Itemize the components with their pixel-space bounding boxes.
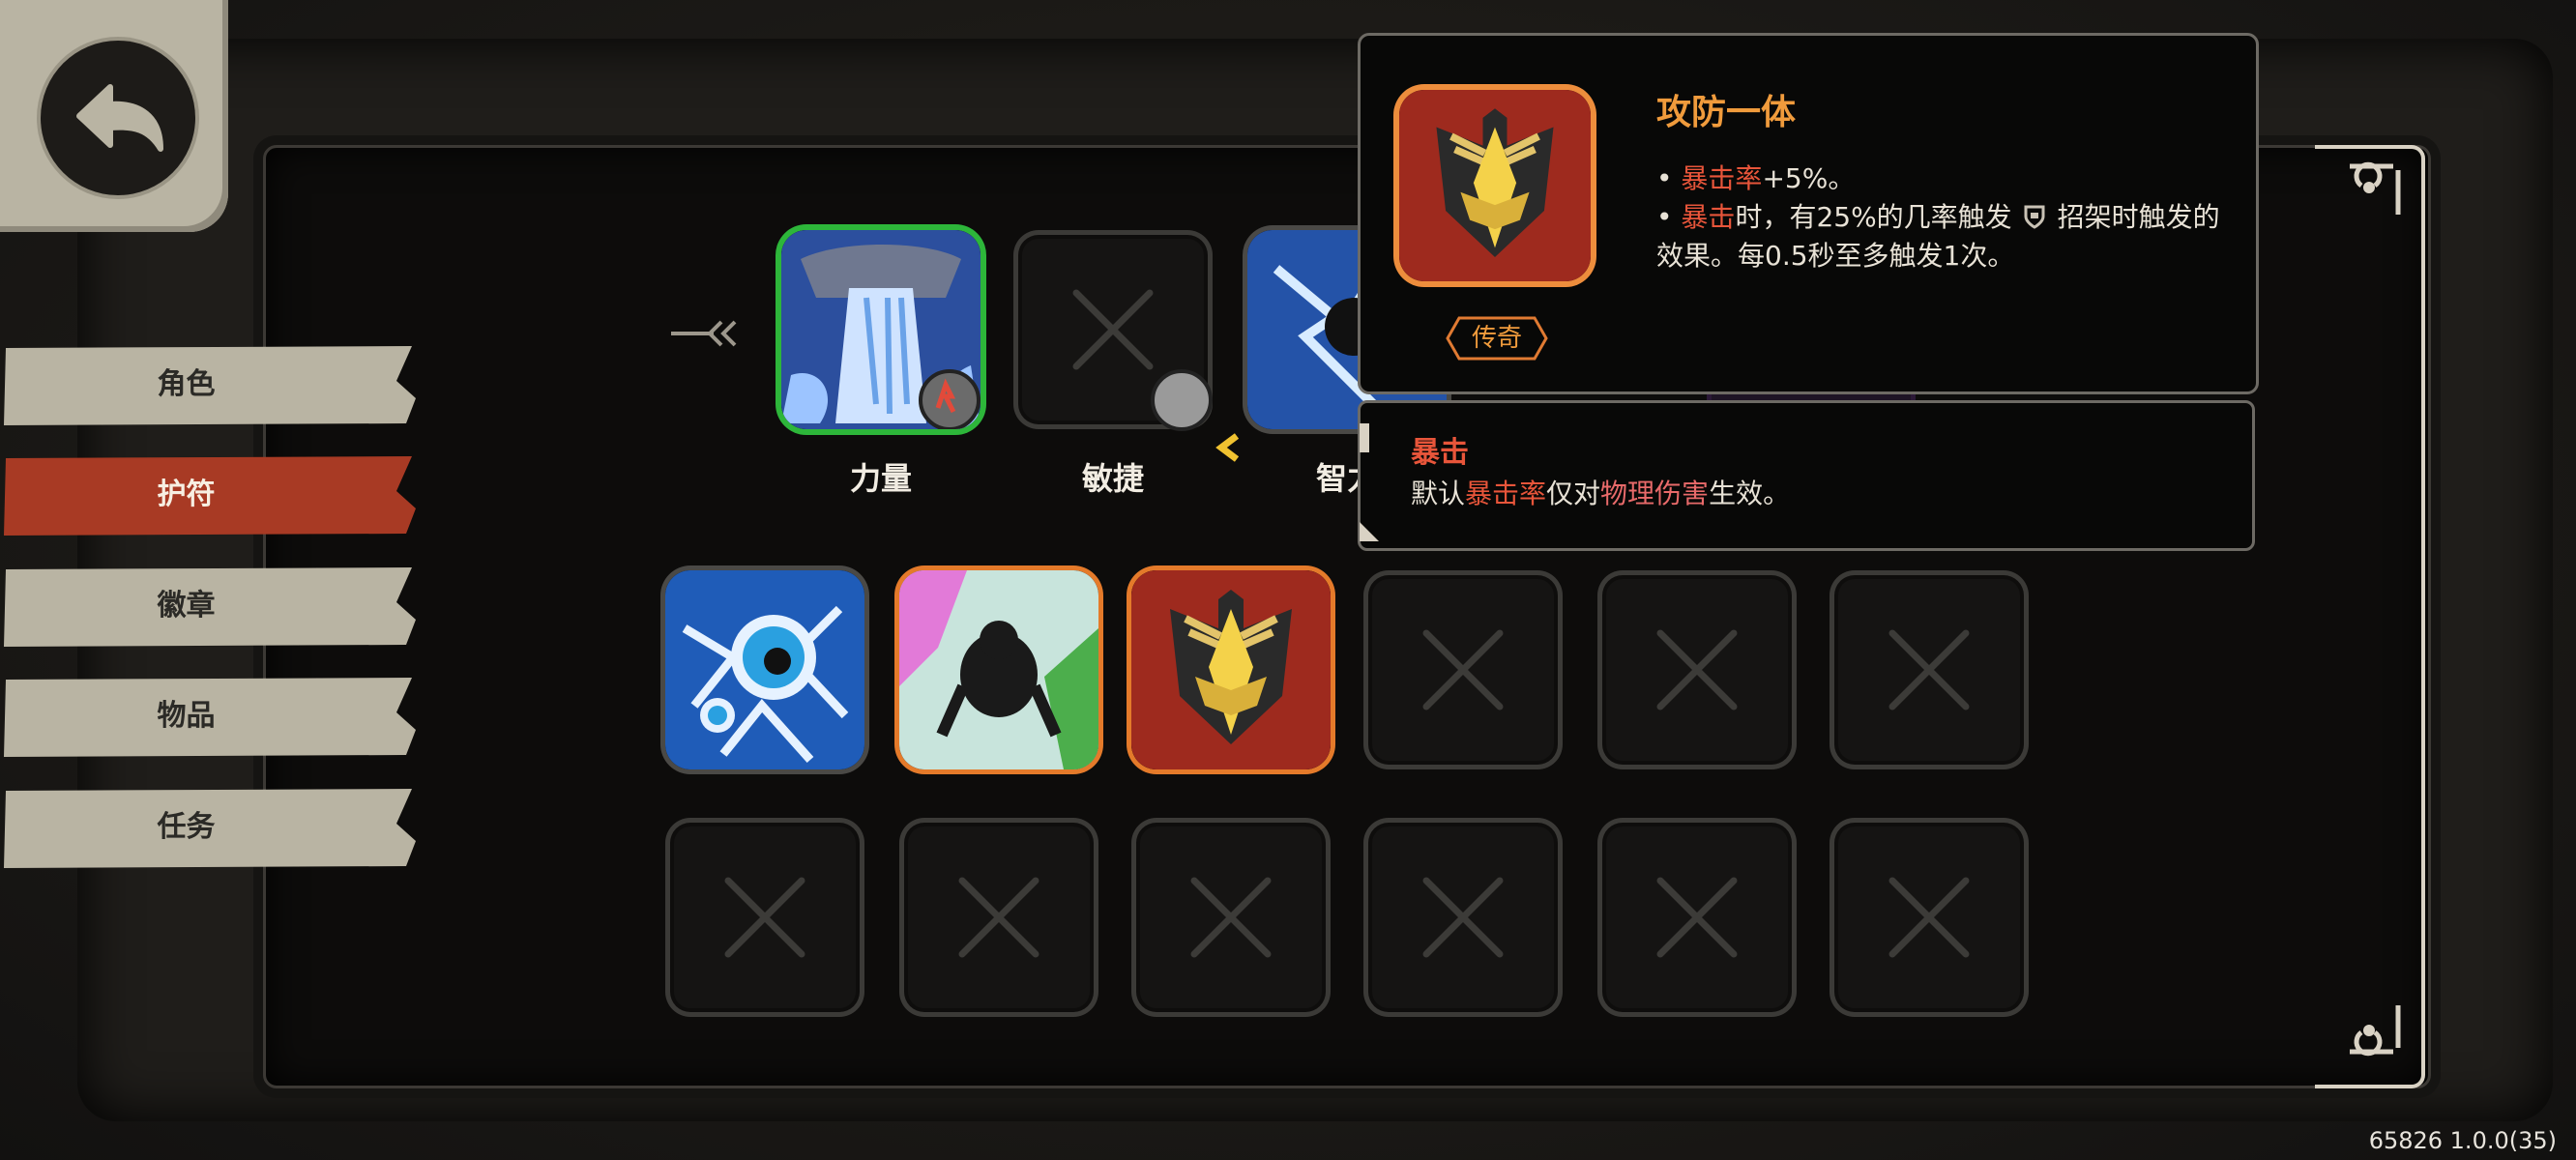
empty-slot-x-icon — [1422, 629, 1504, 710]
empty-slot-x-icon — [1656, 629, 1738, 710]
tooltip-title: 攻防一体 — [1656, 93, 1797, 132]
empty-slot-x-icon — [1422, 877, 1504, 958]
keyword-crit[interactable]: 暴击 — [1681, 201, 1735, 233]
version-label: 65826 1.0.0(35) — [2368, 1127, 2557, 1154]
empty-slot-x-icon — [1072, 289, 1154, 370]
empty-slot-x-icon — [724, 877, 805, 958]
amulet-slot-empty[interactable] — [1131, 818, 1331, 1017]
keyword-tooltip: 暴击 默认暴击率仅对物理伤害生效。 — [1358, 400, 2255, 551]
attribute-slot-agility[interactable] — [1013, 230, 1240, 462]
empty-slot-x-icon — [1888, 629, 1970, 710]
amulet-slot-empty[interactable] — [899, 818, 1098, 1017]
corner-ornament-icon — [2350, 161, 2401, 215]
amulet-slot[interactable] — [1131, 570, 1331, 769]
empty-slot-x-icon — [1190, 877, 1272, 958]
empty-slot-x-icon — [958, 877, 1039, 958]
attribute-label: 力量 — [849, 460, 912, 497]
keyword-title: 暴击 — [1411, 436, 1469, 470]
amulet-slot[interactable] — [899, 570, 1098, 769]
effect-line-1: • 暴击率+5%。 — [1656, 162, 1856, 194]
amulet-tooltip: 传奇 攻防一体 • 暴击率+5%。 • 暴击时，有25%的几率触发 招架时触发的… — [1358, 33, 2259, 394]
tab-label: 角色 — [157, 367, 216, 401]
keyword-description: 默认暴击率仅对物理伤害生效。 — [1411, 478, 1791, 509]
tab-items[interactable]: 物品 — [0, 674, 416, 759]
back-button[interactable] — [41, 41, 195, 195]
golden-helmet-icon — [1131, 570, 1331, 769]
amulet-slot-empty[interactable] — [1830, 818, 2029, 1017]
tab-label: 物品 — [157, 699, 216, 733]
amulet-slot-empty[interactable] — [1363, 818, 1563, 1017]
effect-line-2: • 暴击时，有25%的几率触发 招架时触发的效果。每0.5秒至多触发1次。 — [1656, 201, 2220, 272]
tab-badges[interactable]: 徽章 — [0, 564, 416, 649]
tab-label: 任务 — [157, 810, 216, 844]
collapse-arrow-icon[interactable] — [667, 314, 741, 353]
tab-label: 徽章 — [157, 589, 216, 623]
tooltip-description: • 暴击率+5%。 • 暴击时，有25%的几率触发 招架时触发的效果。每0.5秒… — [1656, 160, 2227, 276]
parry-shield-icon — [2024, 205, 2045, 229]
panel-border-decoration — [2315, 145, 2425, 1088]
amulet-slot-empty[interactable] — [1830, 570, 2029, 769]
golden-helmet-icon — [1399, 90, 1591, 281]
rarity-badge: 传奇 — [1446, 314, 1548, 362]
corner-ornament-icon — [2350, 1005, 2401, 1057]
amulet-slot-empty[interactable] — [1597, 570, 1797, 769]
shadow-figure-icon — [899, 570, 1098, 769]
amulet-slot-empty[interactable] — [665, 818, 864, 1017]
tooltip-edge-decoration — [1360, 423, 1379, 541]
tab-character[interactable]: 角色 — [0, 342, 416, 427]
amulet-slot-empty[interactable] — [1363, 570, 1563, 769]
strength-rune-icon — [919, 369, 981, 429]
tab-label: 护符 — [157, 478, 216, 511]
amulet-slot-empty[interactable] — [1597, 818, 1797, 1017]
back-arrow-icon — [76, 84, 163, 152]
lightning-orb-icon — [665, 570, 864, 769]
rarity-label: 传奇 — [1471, 324, 1522, 353]
tab-amulets[interactable]: 护符 — [0, 452, 416, 537]
attribute-slot-strength[interactable] — [781, 230, 981, 429]
agility-rune-icon — [1151, 369, 1240, 462]
amulet-slot[interactable] — [665, 570, 864, 769]
tab-quests[interactable]: 任务 — [0, 785, 416, 870]
attribute-label: 敏捷 — [1081, 460, 1144, 497]
empty-slot-x-icon — [1888, 877, 1970, 958]
keyword-crit-rate[interactable]: 暴击率 — [1681, 162, 1762, 194]
empty-slot-x-icon — [1656, 877, 1738, 958]
tooltip-amulet-icon — [1399, 90, 1591, 281]
